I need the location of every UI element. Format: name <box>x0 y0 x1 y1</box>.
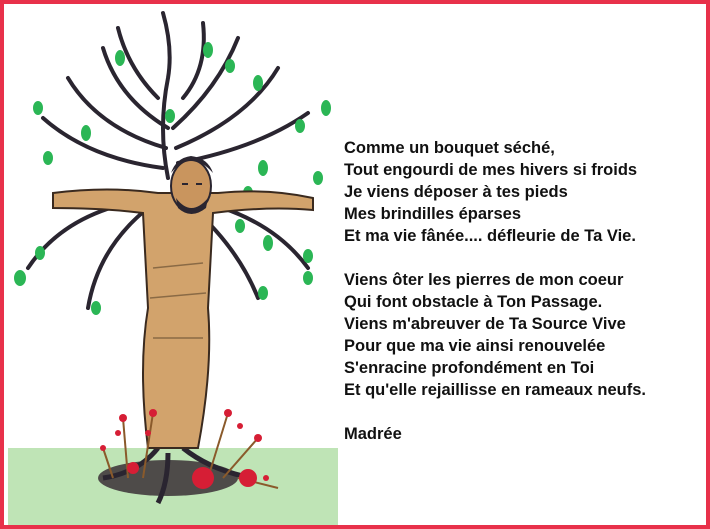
poem-author: Madrée <box>344 425 402 443</box>
poem-line: S'enracine profondément en Toi <box>344 359 595 377</box>
poem-line: Viens ôter les pierres de mon coeur <box>344 271 624 289</box>
poem-line: Viens m'abreuver de Ta Source Vive <box>344 315 626 333</box>
poem-line: Tout engourdi de mes hivers si froids <box>344 161 638 179</box>
poem-line: Mes brindilles éparses <box>344 205 521 223</box>
tree-crucifix-drawing-icon <box>8 11 338 525</box>
poem-stanza-2: Viens ôter les pierres de mon coeur Qui … <box>344 269 704 401</box>
poem-stanza-1: Comme un bouquet séché, Tout engourdi de… <box>344 137 704 247</box>
poem-line: Qui font obstacle à Ton Passage. <box>344 293 603 311</box>
poem-line: Pour que ma vie ainsi renouvelée <box>344 337 606 355</box>
poem-line: Et qu'elle rejaillisse en rameaux neufs. <box>344 381 646 399</box>
poem-line: Et ma vie fânée.... défleurie de Ta Vie. <box>344 227 636 245</box>
page-frame: Comme un bouquet séché, Tout engourdi de… <box>0 0 710 529</box>
poem-line: Comme un bouquet séché, <box>344 139 555 157</box>
poem-line: Je viens déposer à tes pieds <box>344 183 568 201</box>
poem: Comme un bouquet séché, Tout engourdi de… <box>344 137 704 445</box>
